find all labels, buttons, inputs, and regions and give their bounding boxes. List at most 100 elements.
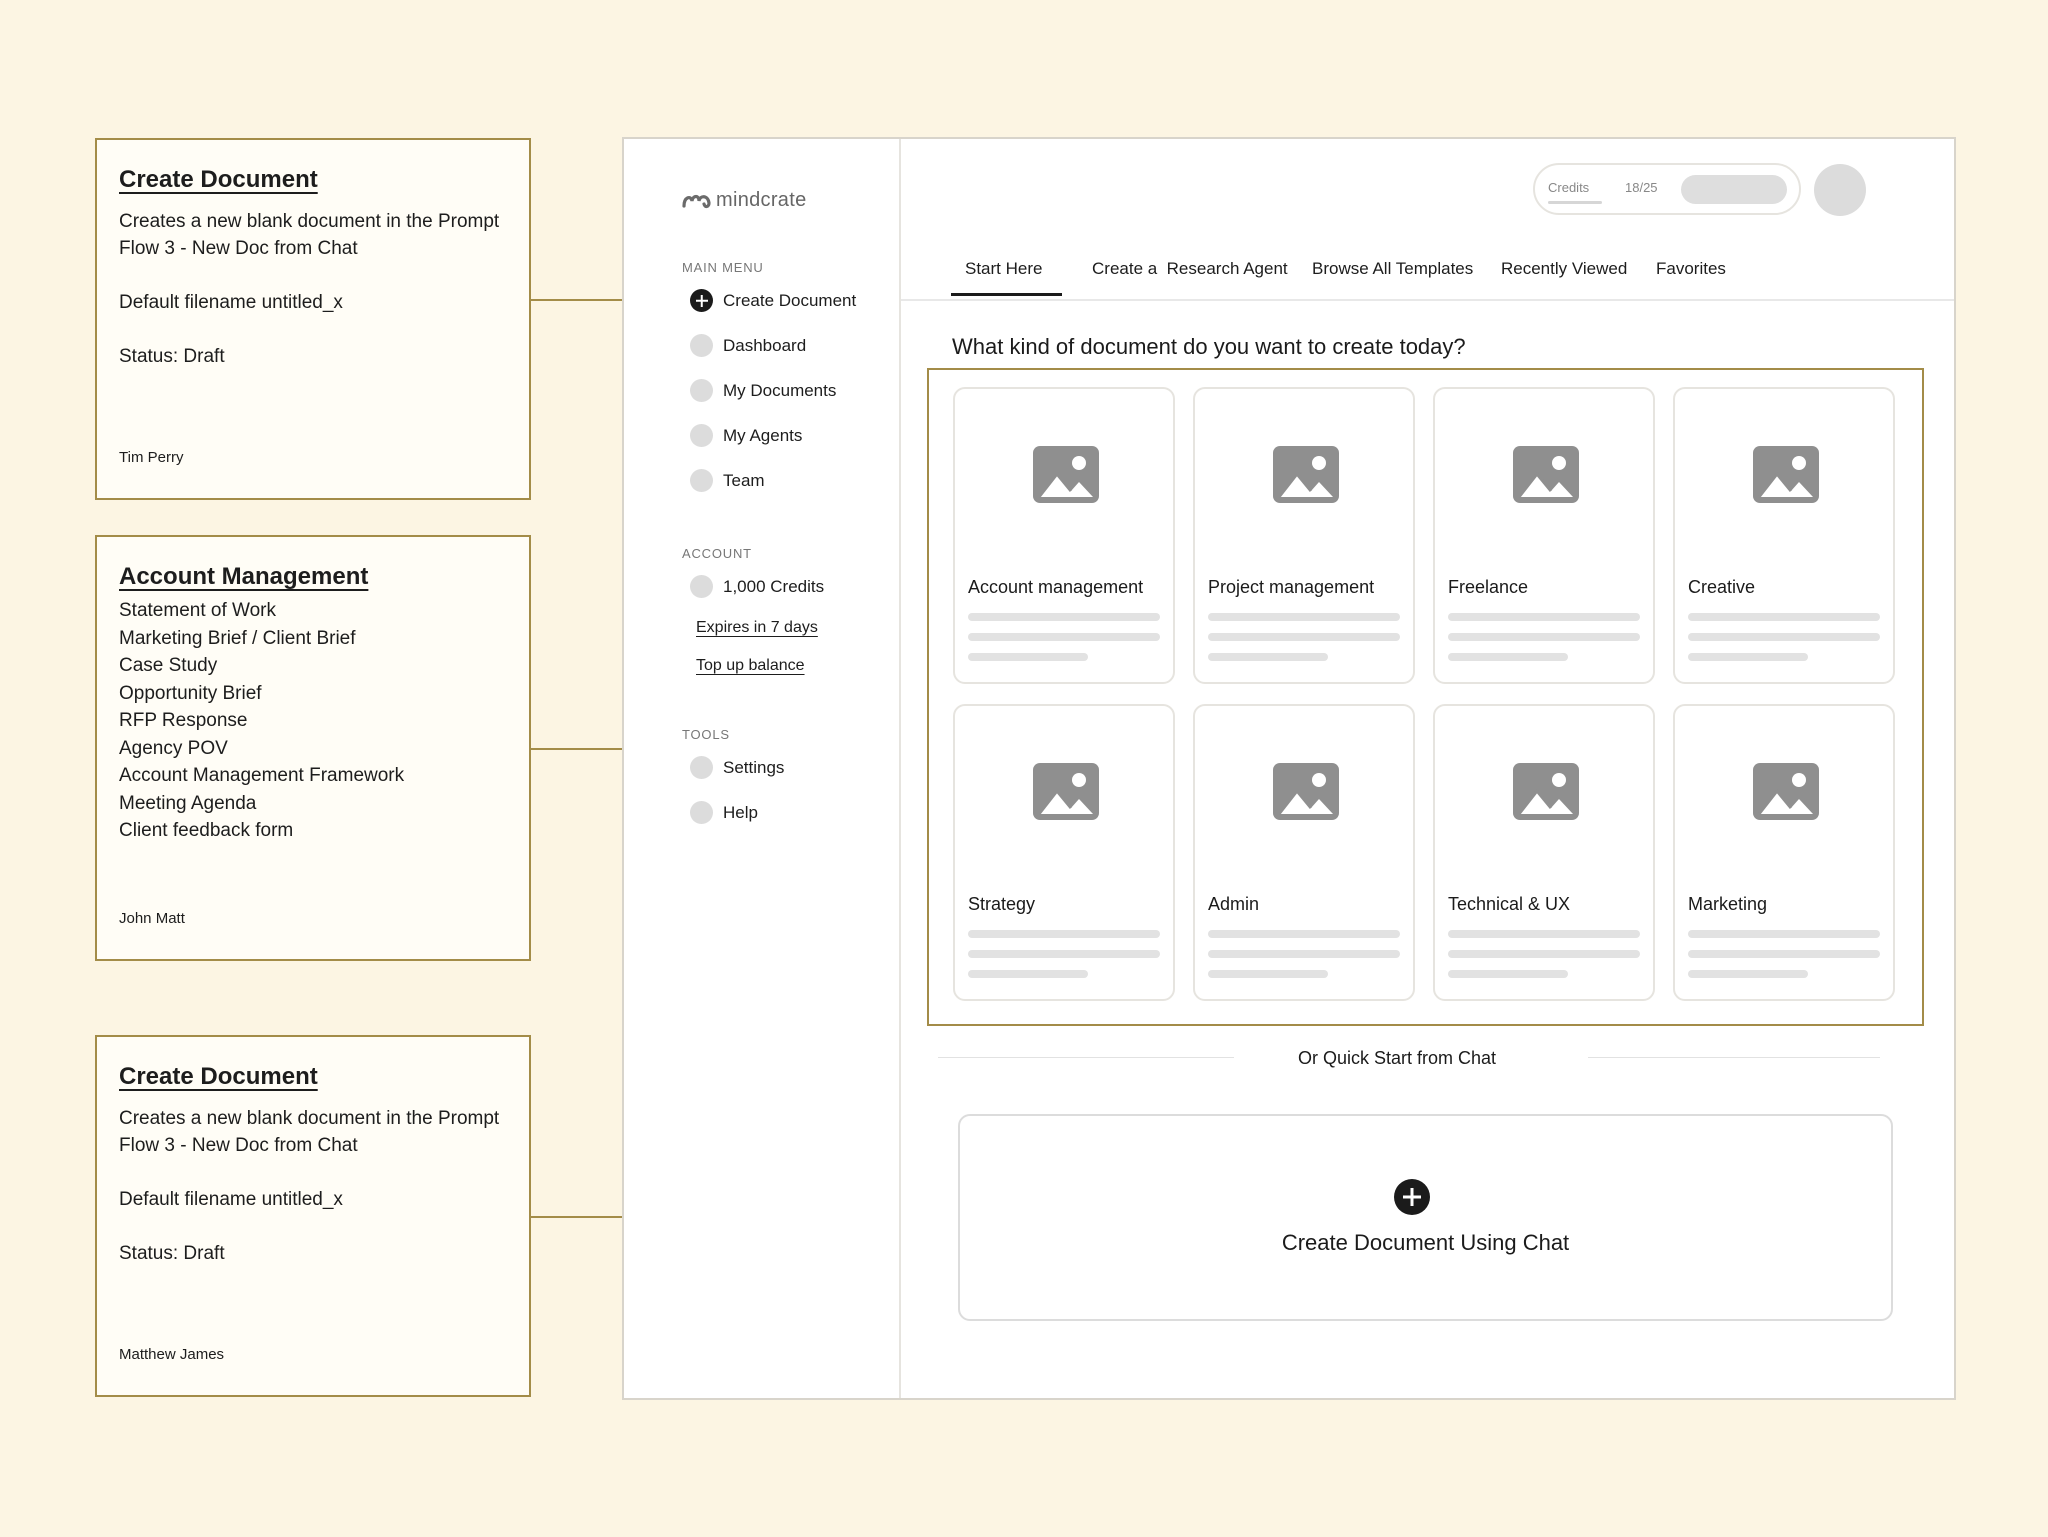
main-menu-label: MAIN MENU: [682, 260, 764, 275]
category-title: Admin: [1208, 894, 1260, 914]
category-title: Project management: [1208, 577, 1375, 597]
tab-recently-viewed[interactable]: Recently Viewed: [1501, 259, 1627, 279]
category-title: Account management: [968, 577, 1144, 597]
note-line: [119, 1213, 507, 1240]
skeleton-line: [1688, 633, 1880, 641]
note-list-item: Opportunity Brief: [119, 682, 262, 704]
category-card-project-management[interactable]: Project management: [1193, 387, 1415, 684]
note-line: Flow 3 - New Doc from Chat: [119, 238, 358, 259]
category-card-account-management[interactable]: Account management: [953, 387, 1175, 684]
note-line: Status: Draft: [119, 1243, 225, 1264]
sidebar: mindcrate MAIN MENU Create Document Dash…: [624, 139, 901, 1398]
expires-link[interactable]: Expires in 7 days: [696, 619, 818, 637]
note-list-item: Marketing Brief / Client Brief: [119, 627, 356, 649]
sidebar-item-my-agents[interactable]: My Agents: [690, 424, 802, 447]
image-placeholder-icon: [1033, 446, 1099, 503]
app-window: mindcrate MAIN MENU Create Document Dash…: [622, 137, 1956, 1400]
image-placeholder-icon: [1273, 763, 1339, 820]
skeleton-line: [968, 613, 1160, 621]
category-card-technical-ux[interactable]: Technical & UX: [1433, 704, 1655, 1001]
note-list-item: Case Study: [119, 655, 218, 676]
skeleton-line: [1448, 930, 1640, 938]
plus-circle-icon: [690, 289, 713, 312]
note-list-item: Agency POV: [119, 737, 228, 759]
main-content: Credits 18/25 Start Here Create a Resear…: [901, 139, 1954, 1398]
sidebar-item-settings[interactable]: Settings: [690, 756, 784, 779]
category-title: Strategy: [968, 894, 1036, 914]
image-placeholder-icon: [1753, 446, 1819, 503]
sidebar-item-help[interactable]: Help: [690, 801, 758, 824]
category-title: Freelance: [1448, 577, 1529, 597]
category-title: Marketing: [1688, 894, 1768, 914]
category-card-creative[interactable]: Creative: [1673, 387, 1895, 684]
category-grid: Account management Project management Fr…: [927, 368, 1924, 1026]
tab-favorites[interactable]: Favorites: [1656, 259, 1726, 279]
avatar[interactable]: [1814, 164, 1866, 216]
skeleton-line: [1688, 970, 1808, 978]
image-placeholder-icon: [1033, 763, 1099, 820]
skeleton-line: [1688, 950, 1880, 958]
annotation-note-account-management: Account Management Statement of Work Mar…: [95, 535, 531, 961]
note-author: John Matt: [119, 910, 185, 927]
logo-text: mindcrate: [716, 189, 807, 211]
skeleton-line: [968, 930, 1160, 938]
create-document-using-chat-label: Create Document Using Chat: [1281, 1230, 1570, 1255]
credits-indicator[interactable]: Credits 18/25: [1533, 163, 1801, 215]
note-line: Status: Draft: [119, 346, 225, 367]
image-placeholder-icon: [1513, 763, 1579, 820]
active-tab-indicator: [951, 293, 1062, 296]
tab-start-here[interactable]: Start Here: [965, 259, 1042, 279]
skeleton-line: [1448, 653, 1568, 661]
sidebar-item-label: 1,000 Credits: [723, 576, 825, 596]
sidebar-item-label: Create Document: [723, 290, 857, 310]
skeleton-line: [1688, 653, 1808, 661]
annotation-note-create-document: Create Document Creates a new blank docu…: [95, 138, 531, 500]
note-list-item: RFP Response: [119, 710, 248, 731]
top-up-balance-link[interactable]: Top up balance: [696, 657, 805, 675]
skeleton-line: [968, 653, 1088, 661]
skeleton-line: [1448, 613, 1640, 621]
logo[interactable]: mindcrate: [682, 189, 807, 212]
skeleton-line: [1208, 970, 1328, 978]
sidebar-item-team[interactable]: Team: [690, 469, 765, 492]
note-line: [119, 316, 507, 343]
category-title: Technical & UX: [1448, 894, 1571, 914]
sidebar-item-label: My Agents: [723, 425, 803, 445]
create-document-using-chat-button[interactable]: Create Document Using Chat: [958, 1114, 1893, 1321]
sidebar-item-credits[interactable]: 1,000 Credits: [690, 575, 824, 598]
note-author: Matthew James: [119, 1346, 225, 1363]
category-card-freelance[interactable]: Freelance: [1433, 387, 1655, 684]
note-author: Tim Perry: [119, 449, 184, 466]
image-placeholder-icon: [1513, 446, 1579, 503]
sidebar-item-dashboard[interactable]: Dashboard: [690, 334, 806, 357]
note-line: Creates a new blank document in the Prom…: [119, 211, 500, 232]
credits-button[interactable]: [1681, 175, 1787, 204]
category-card-strategy[interactable]: Strategy: [953, 704, 1175, 1001]
skeleton-line: [968, 950, 1160, 958]
skeleton-line: [968, 633, 1160, 641]
page-question: What kind of document do you want to cre…: [952, 334, 1466, 359]
account-label: ACCOUNT: [682, 546, 752, 561]
skeleton-line: [1208, 633, 1400, 641]
skeleton-line: [1448, 970, 1568, 978]
tools-label: TOOLS: [682, 727, 730, 742]
circle-icon: [690, 334, 713, 357]
note-line: Default filename untitled_x: [119, 1189, 343, 1210]
skeleton-line: [1208, 613, 1400, 621]
category-card-marketing[interactable]: Marketing: [1673, 704, 1895, 1001]
tab-browse-all-templates[interactable]: Browse All Templates: [1312, 259, 1473, 279]
tab-create-research-agent[interactable]: Create a Research Agent: [1092, 259, 1288, 279]
sidebar-item-label: Help: [723, 802, 758, 822]
skeleton-line: [968, 970, 1088, 978]
skeleton-line: [1688, 613, 1880, 621]
sidebar-item-create-document[interactable]: Create Document: [690, 289, 856, 312]
note-list-item: Meeting Agenda: [119, 792, 257, 814]
sidebar-item-my-documents[interactable]: My Documents: [690, 379, 836, 402]
divider-left: [938, 1057, 1234, 1058]
skeleton-line: [1688, 930, 1880, 938]
category-card-admin[interactable]: Admin: [1193, 704, 1415, 1001]
circle-icon: [690, 575, 713, 598]
note-line: [119, 1159, 507, 1186]
image-placeholder-icon: [1273, 446, 1339, 503]
circle-icon: [690, 801, 713, 824]
